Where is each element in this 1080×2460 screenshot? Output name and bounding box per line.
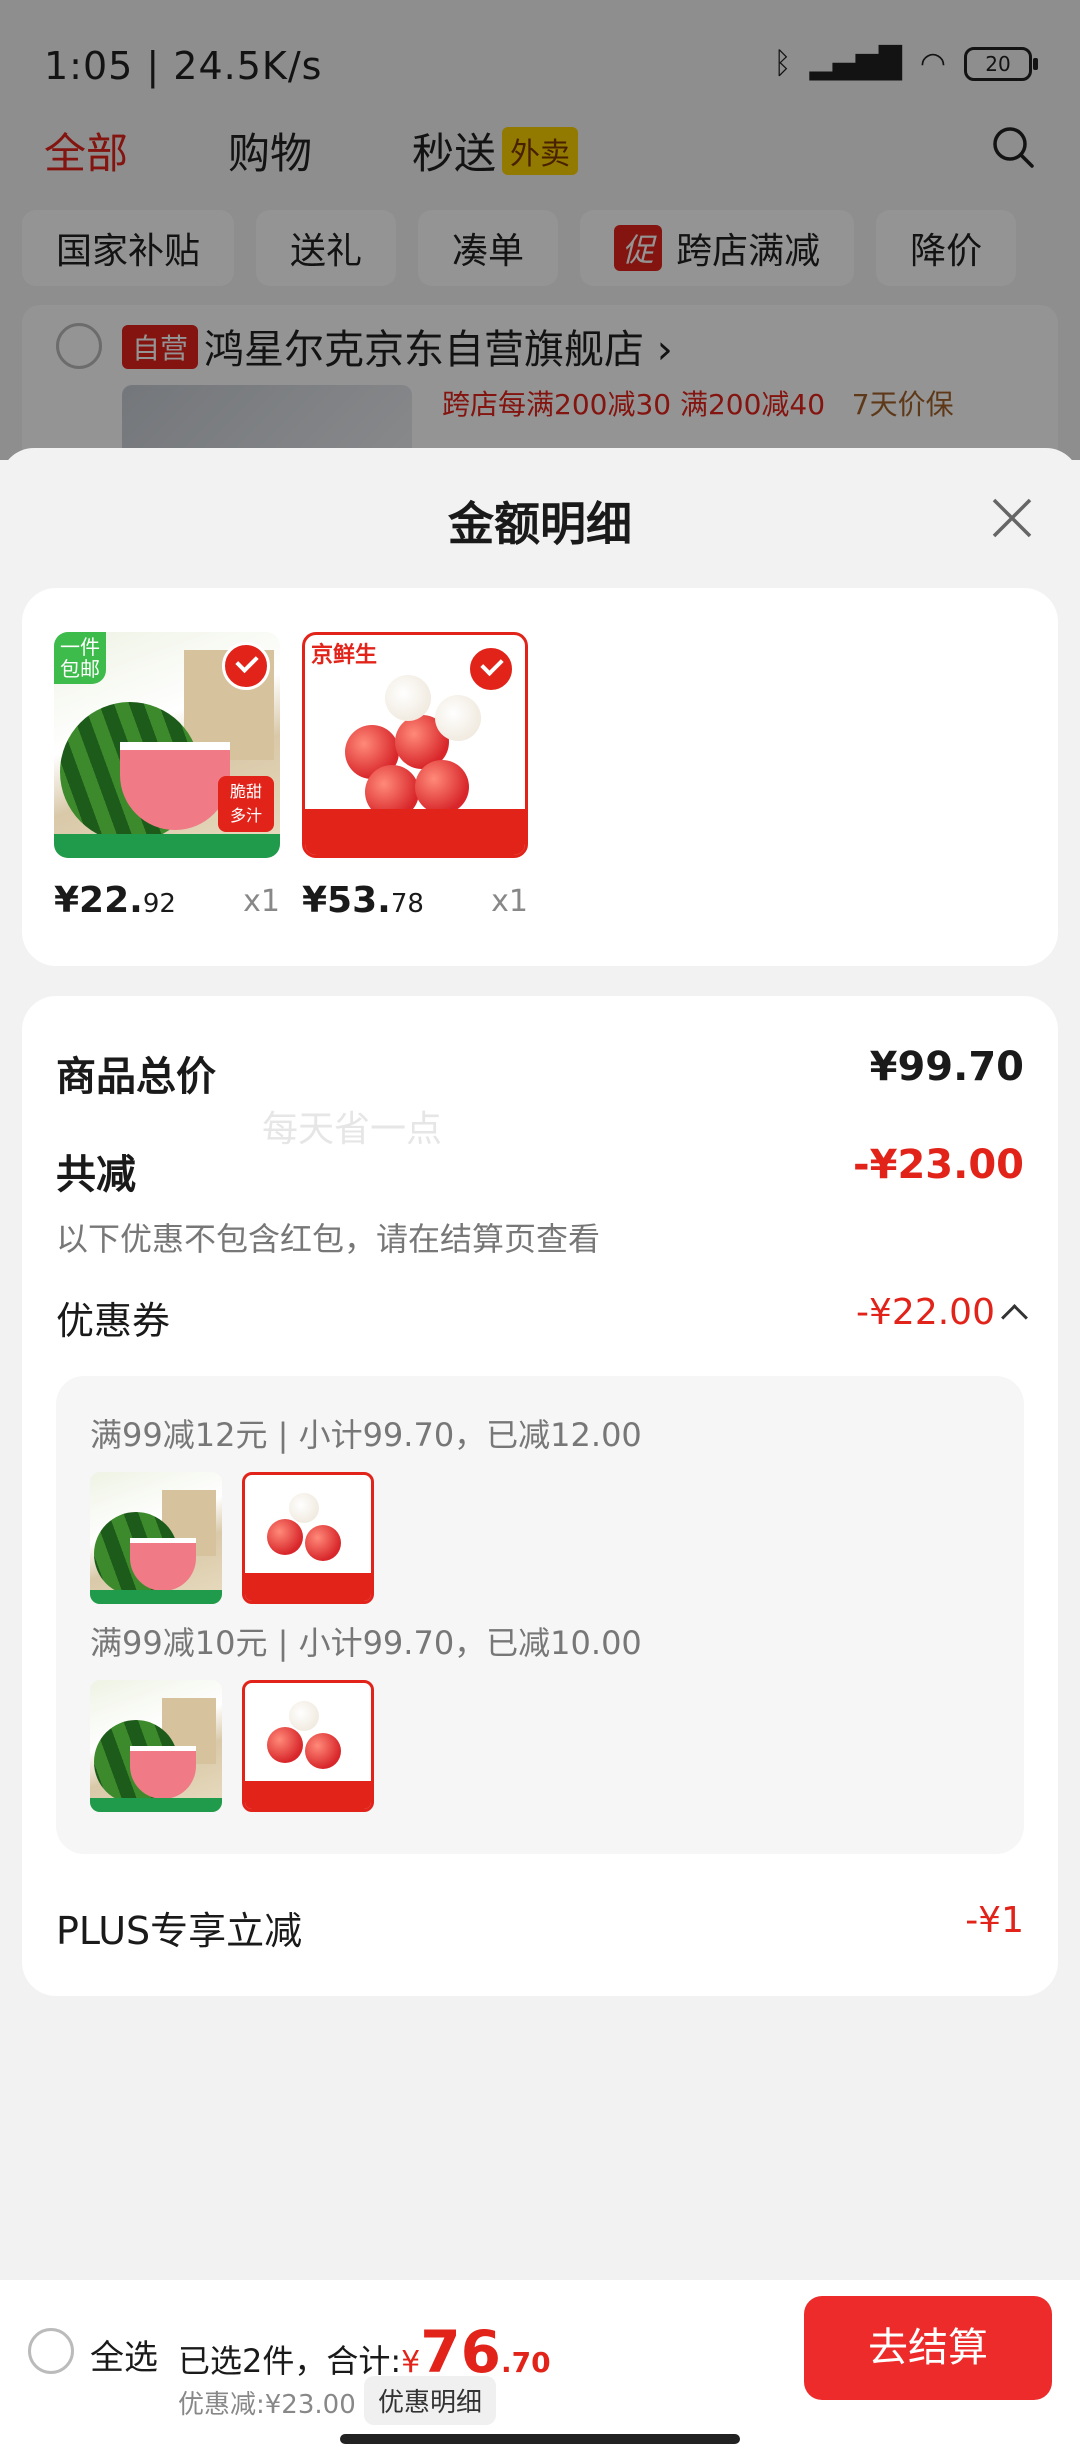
overlay-dim[interactable]	[0, 0, 1080, 460]
amount-detail-sheet: 金额明细 一件 包邮 脆甜 多汁 ¥22.92 x1 京鲜生 ¥53.78 x1…	[0, 448, 1080, 2460]
product-item[interactable]: 一件 包邮 脆甜 多汁 ¥22.92 x1	[54, 632, 280, 921]
discount-summary: 优惠减:¥23.00	[178, 2390, 356, 2420]
discount-detail-button[interactable]: 优惠明细	[364, 2376, 497, 2425]
product-price: ¥22.92	[54, 880, 176, 921]
coupon-item-lychee	[242, 1680, 374, 1812]
checkout-bar: 全选 已选2件，合计: ¥ 76 .70 优惠减:¥23.00 优惠明细 去结算	[0, 2280, 1080, 2460]
checked-icon	[222, 642, 270, 690]
price-breakdown-card: 商品总价 ¥99.70 共减 每天省一点 -¥23.00 以下优惠不包含红包，请…	[22, 996, 1058, 1996]
total-discount-value: -¥23.00	[853, 1142, 1024, 1188]
home-indicator	[340, 2434, 740, 2444]
close-icon[interactable]	[988, 494, 1036, 542]
sheet-title: 金额明细	[448, 497, 632, 551]
selected-total: 已选2件，合计: ¥ 76 .70	[178, 2318, 551, 2386]
product-quantity: x1	[243, 884, 280, 919]
chevron-up-icon	[1001, 1304, 1028, 1331]
coupon-label: 优惠券	[56, 1299, 171, 1343]
coupon-item-lychee	[242, 1472, 374, 1604]
product-item[interactable]: 京鲜生 ¥53.78 x1	[302, 632, 528, 921]
coupon-toggle[interactable]: -¥22.00	[856, 1292, 1028, 1333]
coupon-line: 满99减12元 | 小计99.70，已减12.00	[90, 1416, 642, 1454]
total-price-value: ¥99.70	[869, 1044, 1024, 1090]
selected-products-card: 一件 包邮 脆甜 多汁 ¥22.92 x1 京鲜生 ¥53.78 x1	[22, 588, 1058, 966]
coupon-value: -¥22.00	[856, 1292, 995, 1333]
total-discount-label: 共减	[56, 1152, 136, 1198]
total-price-label: 商品总价	[56, 1054, 216, 1100]
select-all-label[interactable]: 全选	[90, 2330, 158, 2379]
plus-discount-label: PLUS专享立减	[56, 1909, 303, 1953]
product-image-watermelon: 一件 包邮 脆甜 多汁	[54, 632, 280, 858]
coupon-details: 满99减12元 | 小计99.70，已减12.00 满99减10元 | 小计99…	[56, 1376, 1024, 1854]
plus-discount-value: -¥1	[965, 1900, 1024, 1941]
watermark-text: 每天省一点	[262, 1109, 443, 1150]
product-quantity: x1	[491, 884, 528, 919]
checkout-button[interactable]: 去结算	[804, 2296, 1052, 2400]
discount-note: 以下优惠不包含红包，请在结算页查看	[56, 1220, 601, 1258]
checked-icon	[467, 645, 515, 693]
coupon-item-watermelon	[90, 1680, 222, 1812]
coupon-item-watermelon	[90, 1472, 222, 1604]
select-all-radio[interactable]	[28, 2328, 74, 2374]
product-image-lychee: 京鲜生	[302, 632, 528, 858]
product-price: ¥53.78	[302, 880, 424, 921]
coupon-line: 满99减10元 | 小计99.70，已减10.00	[90, 1624, 642, 1662]
